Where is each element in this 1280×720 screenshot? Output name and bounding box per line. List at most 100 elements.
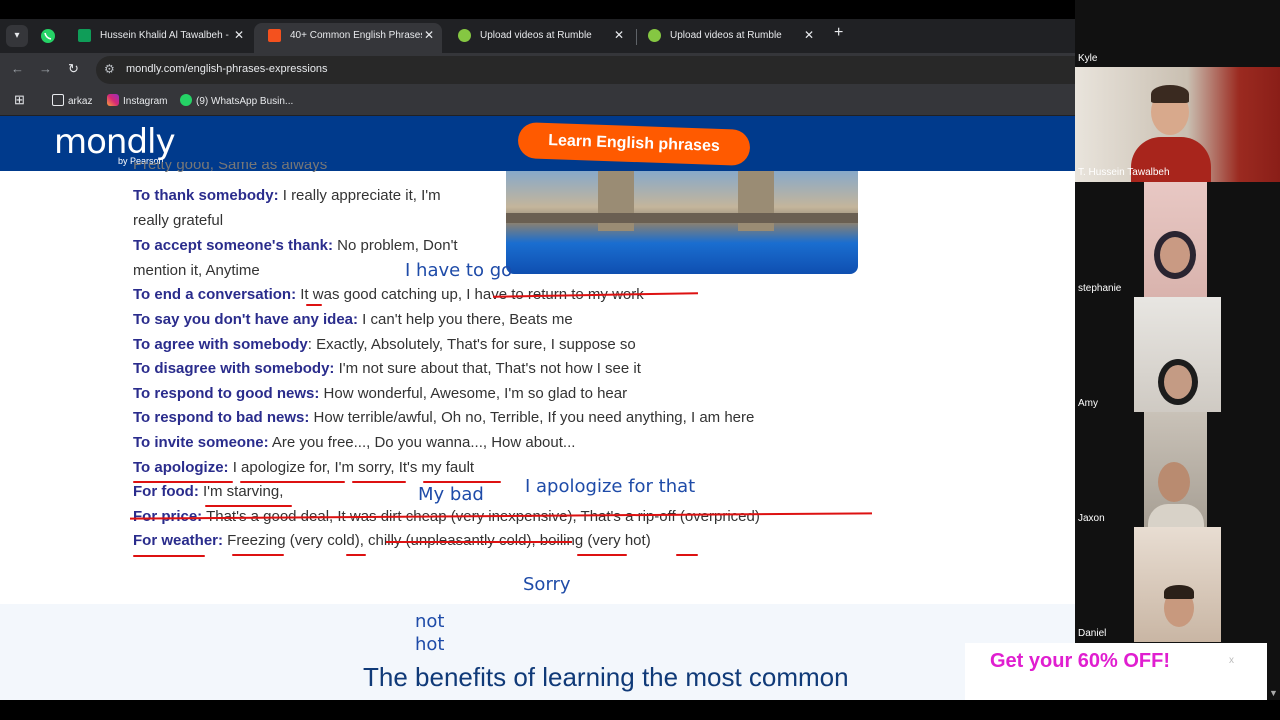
- bookmark-instagram[interactable]: Instagram: [107, 94, 167, 107]
- bottom-black-bar: [0, 700, 1280, 720]
- tab-title: Upload videos at Rumble: [670, 30, 782, 41]
- participant-name: stephanie: [1078, 283, 1122, 294]
- annotation-sorry: Sorry: [523, 574, 571, 595]
- new-tab-plus-icon[interactable]: +: [834, 24, 843, 42]
- close-tab-icon[interactable]: ✕: [424, 23, 434, 48]
- underline-freezing: [232, 554, 284, 556]
- phrase-label: For weather:: [133, 532, 224, 549]
- underline-my-fault: [423, 481, 501, 483]
- phrase-label: For food:: [133, 483, 199, 500]
- participant-name: Daniel: [1078, 628, 1107, 639]
- back-arrow-icon[interactable]: ←: [11, 61, 24, 76]
- browser-window: ▾ Hussein Khalid Al Tawalbeh - Go ✕ 40+ …: [0, 0, 1075, 700]
- annotation-hot: hot: [415, 634, 445, 655]
- phrase-label: To respond to bad news:: [133, 409, 310, 426]
- url-text[interactable]: mondly.com/english-phrases-expressions: [126, 63, 328, 75]
- participant-face: [1164, 365, 1192, 399]
- underline-hot: [676, 554, 698, 556]
- strike-chilly: [386, 541, 572, 543]
- participant-hair: [1164, 585, 1194, 599]
- phrase-text: I'm starving,: [198, 483, 284, 500]
- underline-boiling: [577, 554, 627, 556]
- participant-video-jaxon[interactable]: [1144, 412, 1207, 527]
- phrase-text: Are you free..., Do you wanna..., How ab…: [268, 434, 576, 451]
- participant-shirt: [1148, 504, 1204, 527]
- tab-sheets[interactable]: Hussein Khalid Al Tawalbeh - Go ✕: [64, 23, 252, 53]
- participant-face: [1160, 237, 1190, 273]
- partial-phrase-line: Pretty good, Same as always: [133, 162, 328, 173]
- participant-video-hussein[interactable]: T. Hussein Tawalbeh: [1075, 67, 1280, 182]
- bookmark-whatsapp[interactable]: (9) WhatsApp Busin...: [180, 94, 293, 107]
- rumble-favicon-icon: [458, 29, 471, 42]
- underline-apologize-for: [240, 481, 345, 483]
- underline-it: [306, 304, 322, 306]
- participant-name: Kyle: [1078, 53, 1098, 64]
- close-tab-icon[interactable]: ✕: [614, 23, 624, 48]
- annotation-apologize-for-that: I apologize for that: [525, 476, 696, 497]
- london-bridge-image: [506, 171, 858, 274]
- scroll-down-arrow-icon[interactable]: ▼: [1269, 688, 1278, 698]
- forward-arrow-icon[interactable]: →: [39, 61, 52, 76]
- phrase-text: mention it, Anytime: [133, 262, 260, 279]
- promo-text[interactable]: Get your 60% OFF!: [990, 650, 1170, 673]
- phrase-label: To thank somebody:: [133, 187, 279, 204]
- close-tab-icon[interactable]: ✕: [234, 23, 244, 48]
- web-page: mondly by Pearson Learn English phrases …: [0, 116, 1075, 700]
- learn-english-phrases-button[interactable]: Learn English phrases: [517, 121, 751, 167]
- close-tab-icon[interactable]: ✕: [804, 23, 814, 48]
- screen: ▾ Hussein Khalid Al Tawalbeh - Go ✕ 40+ …: [0, 0, 1280, 720]
- apps-grid-icon[interactable]: ⊞: [14, 92, 25, 108]
- phrase-line: For food: I'm starving,: [133, 483, 283, 500]
- annotation-have-to-go: I have to go: [405, 260, 513, 281]
- phrase-line: To apologize: I apologize for, I'm sorry…: [133, 459, 474, 476]
- folder-icon: [52, 94, 64, 106]
- whatsapp-icon[interactable]: [38, 26, 58, 46]
- discount-promo-banner[interactable]: Get your 60% OFF! x: [965, 643, 1267, 700]
- tab-mondly[interactable]: 40+ Common English Phrases f ✕: [254, 23, 442, 53]
- phrase-line: To agree with somebody: Exactly, Absolut…: [133, 336, 636, 353]
- tab-search-chevron-icon[interactable]: ▾: [6, 25, 28, 47]
- phrase-text: How wonderful, Awesome, I'm so glad to h…: [319, 385, 628, 402]
- phrase-label: To apologize:: [133, 459, 229, 476]
- phrase-line: To accept someone's thank: No problem, D…: [133, 237, 458, 254]
- phrase-text: : Exactly, Absolutely, That's for sure, …: [307, 336, 636, 353]
- instagram-icon: [107, 94, 119, 106]
- phrase-text: I really appreciate it, I'm: [278, 187, 441, 204]
- participant-video-amy[interactable]: [1134, 297, 1221, 412]
- phrase-line: To respond to good news: How wonderful, …: [133, 385, 627, 402]
- tab-title: 40+ Common English Phrases f: [290, 30, 422, 41]
- phrase-line: mention it, Anytime: [133, 262, 260, 279]
- bridge-deck: [506, 213, 858, 223]
- phrase-text: I'm not sure about that, That's not how …: [334, 360, 641, 377]
- underline-cold: [346, 554, 366, 556]
- tab-rumble-1[interactable]: Upload videos at Rumble ✕: [444, 23, 632, 53]
- close-icon[interactable]: x: [1229, 655, 1234, 666]
- section-heading: The benefits of learning the most common: [363, 662, 849, 692]
- phrase-line: To say you don't have any idea: I can't …: [133, 311, 573, 328]
- reload-icon[interactable]: ↻: [68, 61, 79, 77]
- phrase-label: To end a conversation:: [133, 286, 297, 303]
- annotation-my-bad: My bad: [418, 484, 484, 505]
- participant-video-stephanie[interactable]: [1144, 182, 1207, 297]
- underline-weather-label: [133, 555, 205, 557]
- bookmarks-bar: ⊞ arkaz Instagram (9) WhatsApp Busin...: [0, 87, 1075, 116]
- site-info-icon[interactable]: ⚙: [104, 62, 115, 76]
- phrase-line: To invite someone: Are you free..., Do y…: [133, 434, 575, 451]
- phrase-label: To invite someone:: [133, 434, 269, 451]
- bookmark-arkaz[interactable]: arkaz: [52, 94, 92, 107]
- phrase-line: really grateful: [133, 212, 223, 229]
- participant-face: [1158, 462, 1190, 502]
- participant-name: T. Hussein Tawalbeh: [1078, 167, 1170, 178]
- phrase-label: To accept someone's thank:: [133, 237, 334, 254]
- tab-rumble-2[interactable]: Upload videos at Rumble ✕: [634, 23, 822, 53]
- phrase-text: No problem, Don't: [333, 237, 458, 254]
- mondly-favicon-icon: [268, 29, 281, 42]
- phrase-text: How terrible/awful, Oh no, Terrible, If …: [309, 409, 755, 426]
- address-bar[interactable]: ⚙ mondly.com/english-phrases-expressions: [96, 56, 1075, 84]
- participant-name: Jaxon: [1078, 513, 1105, 524]
- participant-name: Amy: [1078, 398, 1098, 409]
- phrase-line: To thank somebody: I really appreciate i…: [133, 187, 441, 204]
- browser-toolbar: ← → ↻ ⚙ mondly.com/english-phrases-expre…: [0, 53, 1075, 87]
- phrase-text: really grateful: [133, 212, 224, 229]
- participant-video-daniel[interactable]: [1134, 527, 1221, 642]
